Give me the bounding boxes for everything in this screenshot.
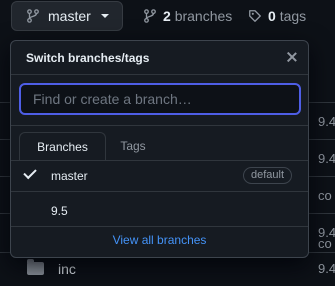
divider [11, 226, 308, 227]
divider [11, 191, 308, 192]
commit-message-fragment: 9.4 [318, 114, 335, 129]
branch-switcher-dropdown: Switch branches/tags Branches Tags maste… [10, 40, 309, 258]
branch-name: 9.5 [51, 204, 68, 218]
branch-select-button[interactable]: master [11, 1, 123, 31]
dropdown-title: Switch branches/tags [26, 51, 150, 65]
tag-icon [249, 10, 261, 22]
branch-item-9-5[interactable]: 9.5 [11, 194, 308, 228]
git-branch-icon [27, 9, 39, 23]
branch-search-input[interactable] [19, 83, 301, 115]
branches-label: branches [174, 8, 233, 24]
current-branch-label: master [48, 8, 91, 24]
tab-branches[interactable]: Branches [19, 132, 106, 161]
branches-count: 2 [163, 8, 171, 24]
default-badge: default [242, 167, 292, 184]
tags-label: tags [279, 8, 307, 24]
chevron-down-icon [100, 14, 109, 18]
tags-count: 0 [268, 8, 276, 24]
folder-icon [27, 259, 44, 275]
divider [11, 74, 308, 75]
branch-name: master [51, 169, 88, 183]
view-all-branches-link[interactable]: View all branches [11, 233, 308, 247]
git-branch-icon [144, 9, 156, 23]
branch-item-master[interactable]: master default [11, 159, 308, 193]
branches-link[interactable]: 2 branches [143, 8, 232, 24]
divider [11, 125, 308, 126]
check-icon [23, 165, 37, 180]
commit-message-fragment: 9.4 [318, 261, 335, 276]
tab-tags[interactable]: Tags [108, 132, 158, 161]
commit-message-fragment: co [318, 236, 332, 251]
tags-link[interactable]: 0 tags [248, 8, 306, 24]
close-icon[interactable] [286, 51, 298, 63]
commit-message-fragment: co [318, 188, 332, 203]
folder-name[interactable]: inc [58, 261, 76, 277]
commit-message-fragment: 9.4 [318, 151, 335, 166]
